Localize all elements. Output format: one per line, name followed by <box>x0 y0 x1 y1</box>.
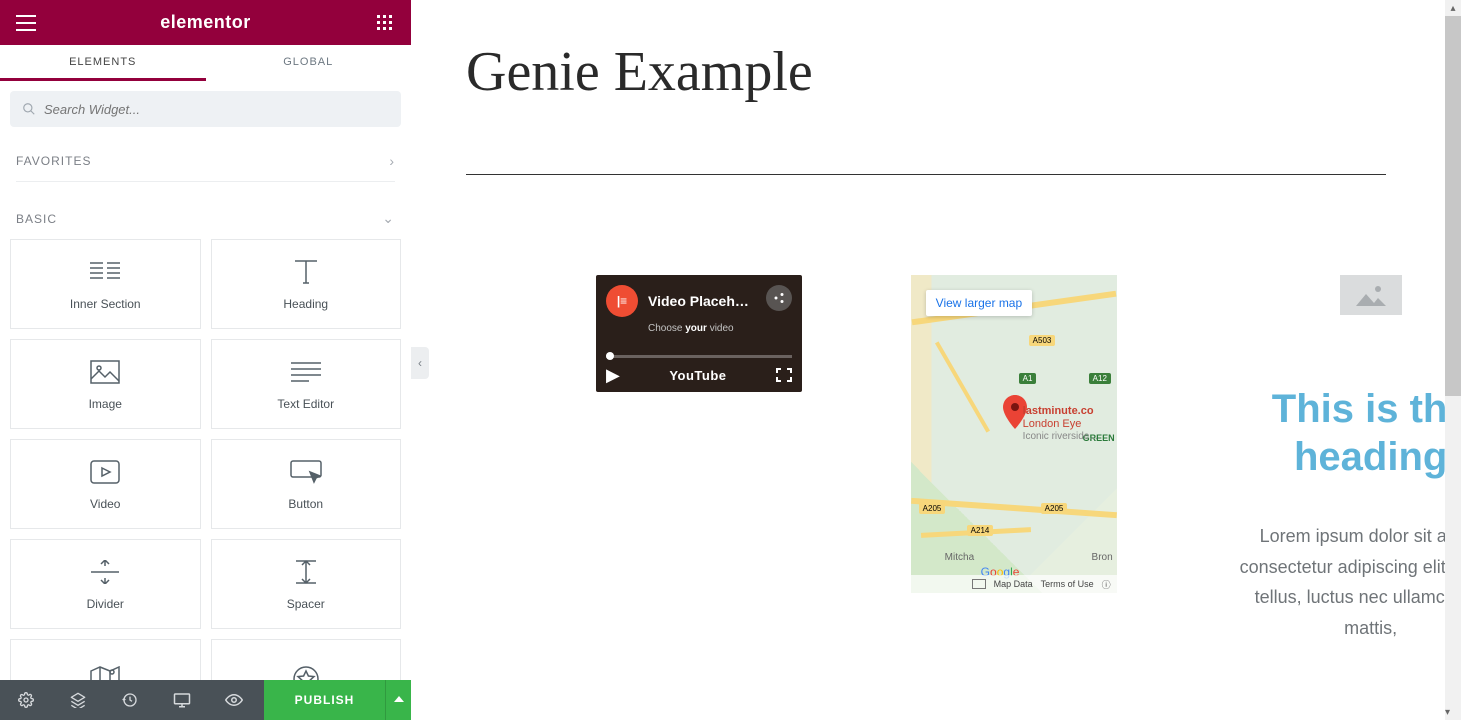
star-icon <box>289 664 323 680</box>
search-icon <box>22 102 36 116</box>
play-icon[interactable]: ▶ <box>606 365 620 386</box>
scrollbar: ▴ ▾ <box>1445 0 1461 720</box>
widget-text-editor[interactable]: Text Editor <box>211 339 402 429</box>
widget-label: Button <box>288 497 323 511</box>
spacer-icon <box>289 557 323 587</box>
heading-icon <box>289 257 323 287</box>
sidebar-footer: PUBLISH <box>0 680 411 720</box>
info-icon[interactable]: ⓘ <box>1102 578 1111 591</box>
place-label: Mitcha <box>945 552 974 563</box>
text-editor-icon <box>289 357 323 387</box>
column-map[interactable]: A406 A503 A1 A12 A205 A214 A205 Mitcha B… <box>911 275 1202 643</box>
publish-dropdown[interactable] <box>385 680 411 720</box>
section-basic-label: BASIC <box>16 212 57 226</box>
widget-star[interactable] <box>211 639 402 680</box>
navigator-button[interactable] <box>52 680 104 720</box>
widget-heading[interactable]: Heading <box>211 239 402 329</box>
section-basic[interactable]: BASIC ⌄ <box>0 194 411 239</box>
responsive-button[interactable] <box>156 680 208 720</box>
maps-icon <box>88 664 122 680</box>
image-placeholder[interactable] <box>1340 275 1402 315</box>
scroll-thumb[interactable] <box>1445 16 1461 396</box>
road-label: A214 <box>967 525 994 536</box>
video-icon <box>88 457 122 487</box>
section-favorites-label: FAVORITES <box>16 154 91 168</box>
heading-widget[interactable]: This is the heading <box>1225 385 1461 481</box>
widget-button[interactable]: Button <box>211 439 402 529</box>
page-title: Genie Example <box>466 40 1406 104</box>
share-icon[interactable] <box>766 285 792 311</box>
widget-label: Divider <box>87 597 124 611</box>
sidebar: elementor ELEMENTS GLOBAL FAVORITES › BA… <box>0 0 411 720</box>
text-widget[interactable]: Lorem ipsum dolor sit amet, consectetur … <box>1225 521 1461 643</box>
hamburger-menu-icon[interactable] <box>14 11 38 35</box>
logo: elementor <box>160 12 251 33</box>
column-content[interactable]: This is the heading Lorem ipsum dolor si… <box>1225 275 1461 643</box>
keyboard-icon[interactable] <box>972 579 986 589</box>
widget-label: Spacer <box>287 597 325 611</box>
history-button[interactable] <box>104 680 156 720</box>
widget-label: Image <box>89 397 122 411</box>
widget-inner-section[interactable]: Inner Section <box>10 239 201 329</box>
canvas[interactable]: Genie Example |≡ Video Placeh… Choose yo… <box>411 0 1461 720</box>
road-label: A1 <box>1019 373 1037 384</box>
road-label: A205 <box>919 503 946 514</box>
map-footer: Map Data Terms of Use ⓘ <box>911 575 1117 593</box>
divider-icon <box>88 557 122 587</box>
horizontal-rule <box>466 174 1386 175</box>
search-wrap <box>0 81 411 137</box>
collapse-sidebar-button[interactable]: ‹ <box>411 347 429 379</box>
widget-grid: Inner Section Heading Image Text Editor <box>0 239 411 680</box>
apps-grid-icon[interactable] <box>373 11 397 35</box>
column-video[interactable]: |≡ Video Placeh… Choose your video ▶ You… <box>596 275 887 643</box>
scroll-down-icon[interactable]: ▾ <box>1445 704 1450 720</box>
video-subtitle: Choose your video <box>596 323 802 334</box>
chevron-down-icon: ⌄ <box>382 210 395 227</box>
youtube-logo[interactable]: YouTube <box>669 368 726 383</box>
map-widget[interactable]: A406 A503 A1 A12 A205 A214 A205 Mitcha B… <box>911 275 1117 593</box>
search-input[interactable] <box>10 91 401 127</box>
widget-label: Video <box>90 497 120 511</box>
widget-divider[interactable]: Divider <box>10 539 201 629</box>
widget-video[interactable]: Video <box>10 439 201 529</box>
widget-label: Inner Section <box>70 297 141 311</box>
sidebar-tabs: ELEMENTS GLOBAL <box>0 45 411 81</box>
settings-button[interactable] <box>0 680 52 720</box>
video-widget[interactable]: |≡ Video Placeh… Choose your video ▶ You… <box>596 275 802 392</box>
widget-maps[interactable] <box>10 639 201 680</box>
road-label: A12 <box>1089 373 1111 384</box>
preview-button[interactable] <box>208 680 260 720</box>
widget-label: Text Editor <box>277 397 334 411</box>
scroll-up-icon[interactable]: ▴ <box>1445 0 1461 16</box>
image-icon <box>88 357 122 387</box>
view-larger-map-link[interactable]: View larger map <box>926 290 1032 316</box>
button-icon <box>289 457 323 487</box>
chevron-right-icon: › <box>389 153 395 169</box>
tab-global[interactable]: GLOBAL <box>206 45 412 81</box>
fullscreen-icon[interactable] <box>776 368 792 382</box>
map-data-link[interactable]: Map Data <box>994 579 1033 589</box>
video-title: Video Placeh… <box>648 293 749 309</box>
place-label: Bron <box>1092 552 1113 563</box>
divider <box>16 181 395 182</box>
section-favorites[interactable]: FAVORITES › <box>0 137 411 181</box>
road-label: A503 <box>1029 335 1056 346</box>
road-label: A205 <box>1041 503 1068 514</box>
tab-elements[interactable]: ELEMENTS <box>0 45 206 81</box>
sidebar-header: elementor <box>0 0 411 45</box>
widget-image[interactable]: Image <box>10 339 201 429</box>
columns: |≡ Video Placeh… Choose your video ▶ You… <box>596 275 1461 643</box>
elementor-badge-icon: |≡ <box>606 285 638 317</box>
inner-section-icon <box>88 257 122 287</box>
map-pin-label: lastminute.co London Eye Iconic riversid… <box>1023 405 1098 443</box>
video-controls: ▶ YouTube <box>596 358 802 392</box>
widget-spacer[interactable]: Spacer <box>211 539 402 629</box>
terms-link[interactable]: Terms of Use <box>1041 579 1094 589</box>
widget-label: Heading <box>283 297 328 311</box>
publish-group: PUBLISH <box>260 680 411 720</box>
publish-button[interactable]: PUBLISH <box>264 680 385 720</box>
